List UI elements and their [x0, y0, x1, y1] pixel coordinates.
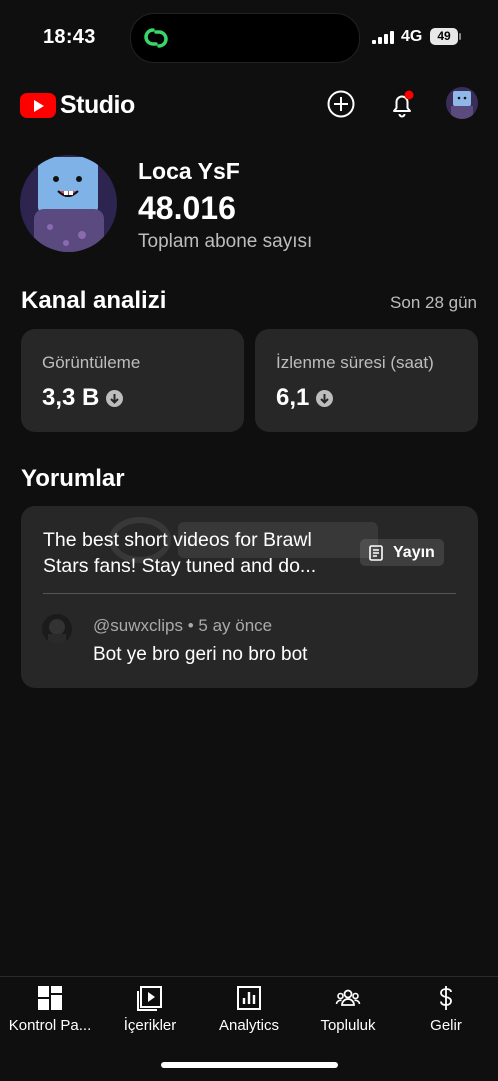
- metric-label: İzlenme süresi (saat): [276, 353, 434, 372]
- status-bar: 18:43 4G 49: [0, 0, 498, 74]
- badge-label: Yayın: [393, 543, 435, 561]
- trend-down-icon: [106, 389, 124, 407]
- comment-text: Bot ye bro geri no bro bot: [93, 644, 308, 665]
- video-title: The best short videos for Brawl Stars fa…: [43, 529, 317, 577]
- watch-time-card[interactable]: İzlenme süresi (saat) 6,1: [255, 329, 478, 432]
- document-icon: [369, 544, 383, 561]
- metric-value: 3,3 B: [42, 384, 124, 412]
- link-icon: [144, 28, 168, 48]
- commenter-avatar[interactable]: [42, 614, 72, 644]
- network-type: 4G: [401, 28, 423, 45]
- watch-time-value: 6,1: [276, 384, 310, 411]
- analytics-range: Son 28 gün: [390, 293, 477, 312]
- home-indicator[interactable]: [161, 1062, 338, 1068]
- earn-icon: [440, 986, 452, 1010]
- nav-dashboard[interactable]: Kontrol Pa...: [0, 977, 100, 1047]
- nav-label: Topluluk: [320, 1017, 376, 1034]
- metric-label: Görüntüleme: [42, 353, 141, 372]
- nav-label: İçerikler: [123, 1017, 177, 1034]
- status-time: 18:43: [43, 26, 96, 48]
- signal-icon: [372, 31, 394, 44]
- subscriber-label: Toplam abone sayısı: [138, 231, 313, 252]
- content-icon: [137, 986, 162, 1011]
- trend-down-icon: [316, 389, 334, 407]
- battery-icon: 49: [430, 28, 461, 45]
- comment-card[interactable]: The best short videos for Brawl Stars fa…: [21, 506, 478, 688]
- nav-analytics[interactable]: Analytics: [199, 977, 299, 1047]
- comment-author[interactable]: @suwxclips: [93, 616, 183, 635]
- nav-label: Analytics: [218, 1017, 280, 1034]
- nav-content[interactable]: İçerikler: [100, 977, 200, 1047]
- publish-status-badge: Yayın: [360, 539, 444, 566]
- account-avatar[interactable]: [446, 87, 478, 119]
- subscriber-count: 48.016: [138, 190, 236, 226]
- metric-value: 6,1: [276, 384, 334, 412]
- nav-community[interactable]: Topluluk: [298, 977, 398, 1047]
- channel-name: Loca YsF: [138, 158, 240, 184]
- comment-meta: @suwxclips • 5 ay önce: [93, 616, 273, 635]
- views-value: 3,3 B: [42, 384, 100, 411]
- divider: [43, 593, 456, 594]
- nav-label: Kontrol Pa...: [8, 1017, 92, 1034]
- channel-analytics-title[interactable]: Kanal analizi: [21, 287, 166, 315]
- battery-level: 49: [430, 28, 458, 45]
- comment-time: 5 ay önce: [198, 616, 273, 635]
- app-name: Studio: [60, 91, 135, 119]
- youtube-logo-icon: [20, 93, 56, 118]
- community-icon: [335, 989, 361, 1006]
- nav-label: Gelir: [430, 1017, 462, 1034]
- dynamic-island: [130, 13, 360, 63]
- nav-earn[interactable]: Gelir: [396, 977, 496, 1047]
- comments-title[interactable]: Yorumlar: [21, 465, 125, 493]
- create-icon[interactable]: [325, 88, 357, 120]
- youtube-studio-logo[interactable]: Studio: [20, 91, 135, 120]
- channel-avatar[interactable]: [20, 155, 117, 252]
- dashboard-icon: [38, 986, 62, 1010]
- analytics-icon: [237, 986, 261, 1010]
- views-card[interactable]: Görüntüleme 3,3 B: [21, 329, 244, 432]
- notification-dot: [404, 90, 414, 100]
- notifications-bell-icon[interactable]: [386, 88, 418, 120]
- app-header: Studio: [0, 80, 498, 130]
